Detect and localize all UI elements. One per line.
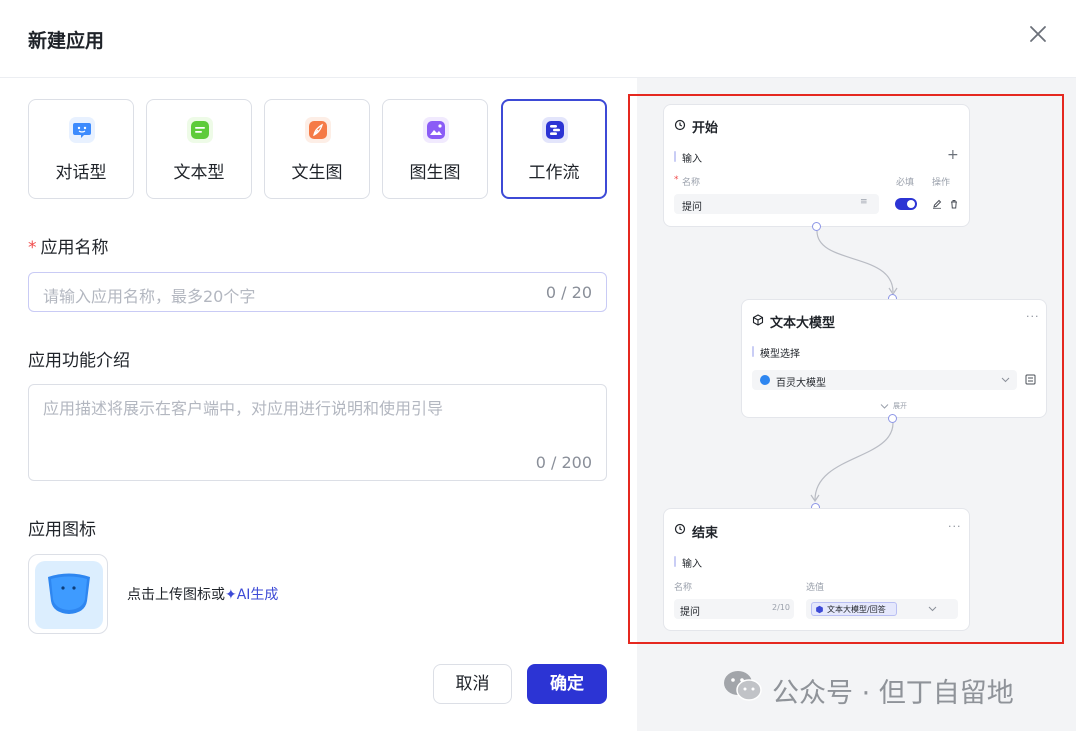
highlight-frame <box>628 94 1064 644</box>
watermark: 公众号 · 但丁自留地 <box>722 668 1014 711</box>
wechat-icon <box>724 671 762 701</box>
watermark-text: 公众号 · 但丁自留地 <box>772 678 1014 709</box>
new-app-dialog: 新建应用 对话型 文本型 文生图 图生图 工作流 * 应用名称 请输入应用名称，… <box>0 0 1076 731</box>
